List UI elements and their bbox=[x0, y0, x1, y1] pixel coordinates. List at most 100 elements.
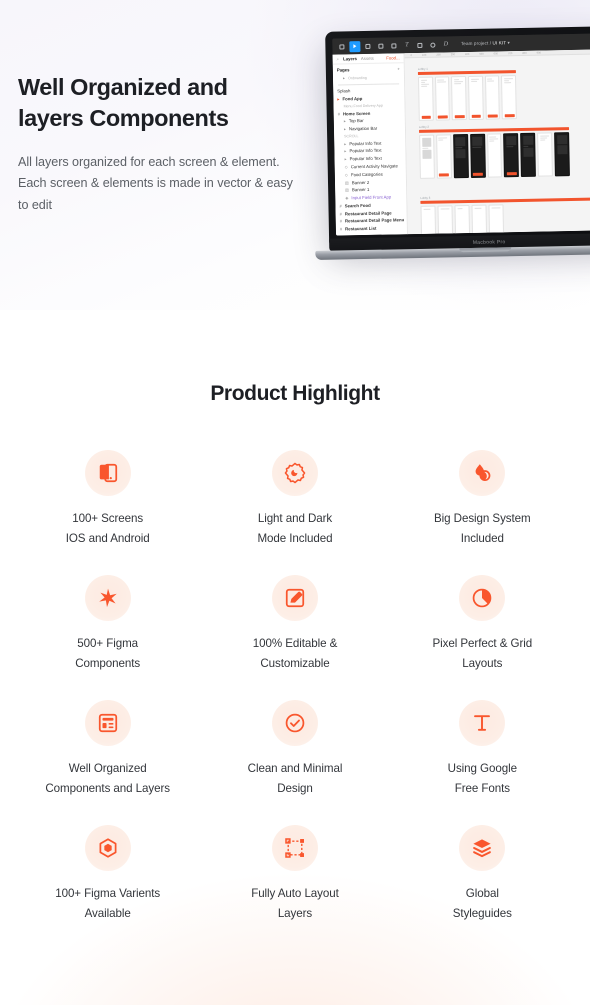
frame-screens bbox=[420, 202, 590, 235]
frame-tool-icon[interactable] bbox=[362, 40, 373, 51]
macbook-lid: T D Team project / UI KIT ▾ ⌕ Layers Ass… bbox=[325, 25, 590, 245]
frame-icon: # bbox=[337, 110, 340, 117]
screen-thumb bbox=[486, 133, 503, 178]
landing-page: Well Organized and layers Components All… bbox=[0, 0, 590, 1005]
ruler-tick: 800 bbox=[522, 51, 527, 55]
canvas-frame[interactable]: Lobby 1 bbox=[418, 65, 517, 121]
frame-icon: ▤ bbox=[344, 179, 349, 185]
screen-thumb bbox=[501, 75, 517, 120]
ruler-tick: 500 bbox=[479, 52, 484, 56]
layout-grid-icon bbox=[84, 700, 131, 747]
hero-title: Well Organized and layers Components bbox=[18, 74, 229, 132]
layer-label: Restaurant Detail Page bbox=[344, 210, 392, 217]
section-title: Product Highlight bbox=[210, 382, 380, 405]
ruler-tick: 200 bbox=[436, 53, 441, 57]
frame-icon: # bbox=[339, 218, 343, 224]
canvas-frame[interactable]: Lobby 3 bbox=[420, 192, 590, 235]
text-type-icon bbox=[459, 700, 506, 747]
layer-label: Popular Info Text bbox=[349, 148, 382, 154]
macbook-screen: T D Team project / UI KIT ▾ ⌕ Layers Ass… bbox=[332, 32, 590, 236]
highlight-item: Well Organized Components and Layers bbox=[14, 700, 201, 799]
layer-row[interactable]: ▸ Onboarding bbox=[333, 73, 404, 82]
figma-canvas[interactable]: 0 100 200 300 400 500 600 700 800 900 Lo… bbox=[404, 48, 590, 235]
highlight-label: 100+ Figma Varients Available bbox=[55, 887, 161, 921]
highlight-label: Clean and Minimal Design bbox=[247, 762, 343, 796]
pages-label: Pages bbox=[336, 67, 350, 73]
move-tool-icon[interactable] bbox=[349, 40, 361, 52]
tab-assets[interactable]: Assets bbox=[361, 56, 374, 61]
figma-body: ⌕ Layers Assets Food... Pages + ▸ Onboard… bbox=[332, 48, 590, 236]
screen-thumb bbox=[520, 132, 537, 177]
frame-icon: # bbox=[339, 211, 342, 217]
layer-caret-icon: ▸ bbox=[344, 140, 347, 147]
layer-row[interactable]: # Restaurant List bbox=[336, 224, 407, 233]
highlight-item: 100+ Screens IOS and Android bbox=[14, 450, 201, 549]
highlight-item: 100+ Figma Varients Available bbox=[14, 825, 201, 924]
screen-thumb bbox=[484, 75, 501, 120]
highlight-item: Light and Dark Mode Included bbox=[201, 450, 388, 549]
frame-icon: # bbox=[339, 203, 342, 209]
product-highlight-section: Product Highlight 100+ Screens IOS and A… bbox=[0, 310, 590, 1005]
menu-icon[interactable] bbox=[336, 41, 347, 52]
ruler-tick: 600 bbox=[493, 51, 499, 55]
layer-label: Onboarding bbox=[347, 75, 367, 81]
tab-layers[interactable]: Layers bbox=[343, 56, 357, 61]
instance-icon: ◈ bbox=[345, 195, 349, 201]
layer-label: Restaurant List bbox=[345, 226, 377, 232]
layer-label: Banner 2 bbox=[351, 179, 370, 185]
highlight-item: Fully Auto Layout Layers bbox=[201, 825, 388, 924]
screen-thumb bbox=[469, 133, 486, 178]
screen-thumb bbox=[417, 76, 434, 121]
highlight-item: Big Design System Included bbox=[389, 450, 576, 549]
highlight-label: Well Organized Components and Layers bbox=[45, 762, 170, 796]
ruler-tick: 300 bbox=[450, 52, 456, 56]
figma-file-breadcrumb: Team project / UI KIT ▾ bbox=[460, 40, 510, 47]
check-circle-icon bbox=[271, 700, 318, 747]
frame-screens bbox=[417, 75, 517, 121]
layer-label: Home Screen bbox=[342, 110, 371, 116]
hexagon-dot-icon bbox=[84, 825, 131, 872]
text-tool-icon[interactable]: T bbox=[401, 40, 412, 51]
ruler-tick: 700 bbox=[507, 51, 513, 55]
layer-label: Search Food bbox=[344, 202, 371, 209]
sun-moon-icon bbox=[271, 450, 318, 496]
layer-label: Input Field Front App bbox=[351, 194, 392, 201]
component-icon: ◇ bbox=[344, 172, 348, 178]
resources-icon[interactable]: D bbox=[440, 39, 451, 50]
highlight-label: Big Design System Included bbox=[434, 512, 531, 546]
pie-chart-icon bbox=[459, 575, 506, 622]
layer-label: Food Categories bbox=[350, 171, 383, 178]
canvas-frame[interactable]: Lobby 2 bbox=[419, 122, 570, 179]
highlight-item: Global Styleguides bbox=[389, 825, 576, 924]
tab-file[interactable]: Food... bbox=[386, 55, 399, 60]
auto-layout-icon bbox=[271, 825, 318, 872]
shape-tool-icon[interactable] bbox=[375, 40, 386, 51]
ruler-tick: 900 bbox=[536, 51, 541, 55]
layer-caret-icon: ▸ bbox=[342, 75, 346, 81]
component-icon: ◇ bbox=[344, 164, 348, 170]
file-name: UI KIT bbox=[492, 40, 507, 46]
components-icon[interactable] bbox=[414, 39, 425, 50]
ruler-tick: 0 bbox=[410, 53, 413, 57]
search-icon[interactable]: ⌕ bbox=[337, 56, 340, 61]
screen-thumb bbox=[437, 205, 454, 235]
layer-caret-icon: ▸ bbox=[344, 148, 347, 154]
layer-caret-icon: ▸ bbox=[343, 118, 346, 124]
layers-stack-icon bbox=[459, 825, 506, 872]
frame-header-bar bbox=[417, 70, 516, 75]
comment-icon[interactable] bbox=[427, 39, 438, 50]
layer-label: SCROLL bbox=[344, 133, 359, 139]
panel-divider bbox=[338, 83, 400, 86]
screen-thumb bbox=[434, 76, 451, 121]
pen-tool-icon[interactable] bbox=[388, 40, 399, 51]
layer-label: Banner 1 bbox=[351, 187, 370, 193]
highlight-item: Using Google Free Fonts bbox=[389, 700, 576, 799]
devices-icon bbox=[84, 450, 131, 496]
ruler-tick: 100 bbox=[421, 53, 427, 57]
screen-thumb bbox=[468, 75, 484, 120]
edit-square-icon bbox=[271, 575, 318, 622]
highlight-item: 100% Editable & Customizable bbox=[201, 575, 388, 674]
layer-label: Popular Info Text bbox=[349, 140, 382, 146]
hero-description: All layers organized for each screen & e… bbox=[18, 154, 293, 212]
add-page-icon[interactable]: + bbox=[397, 66, 400, 71]
